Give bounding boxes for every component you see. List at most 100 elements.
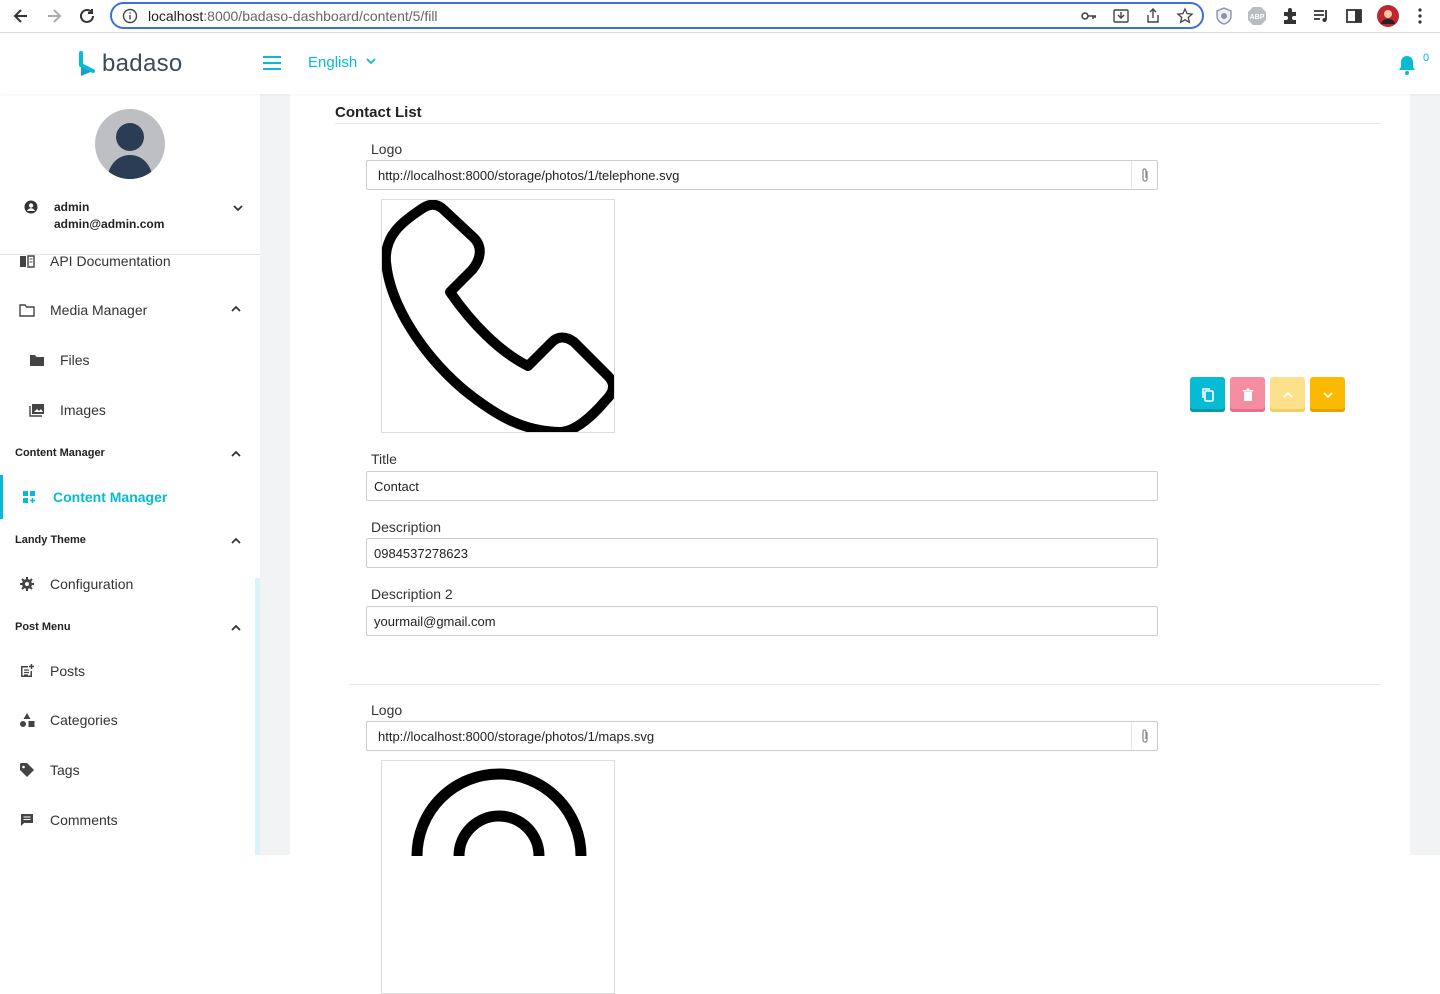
sidebar-item-tags[interactable]: Tags — [0, 750, 260, 790]
sidebar-item-configuration[interactable]: Configuration — [0, 564, 260, 604]
logo-url-field[interactable]: http://localhost:8000/storage/photos/1/m… — [366, 721, 1158, 751]
sidebar-item-label: Posts — [50, 663, 86, 679]
images-icon — [28, 401, 46, 419]
browser-toolbar: localhost:8000/badaso-dashboard/content/… — [0, 0, 1440, 33]
description2-value: yourmail@gmail.com — [374, 613, 496, 629]
shield-extension-icon[interactable] — [1214, 6, 1234, 31]
chevron-up-icon[interactable] — [230, 534, 242, 552]
sidebar-item-label: Content Manager — [53, 489, 168, 505]
media-control-icon[interactable] — [1312, 6, 1332, 31]
chevron-down-icon — [365, 54, 377, 71]
logo-text: badaso — [102, 50, 183, 77]
chevron-up-icon — [230, 302, 242, 318]
user-email: admin@admin.com — [54, 217, 165, 231]
sidebar-item-images[interactable]: Images — [0, 390, 260, 430]
sidebar-item-label: Categories — [50, 712, 118, 728]
paperclip-icon[interactable] — [1131, 161, 1157, 189]
sidebar-item-media-manager[interactable]: Media Manager — [0, 290, 260, 330]
back-icon[interactable] — [10, 5, 32, 27]
paperclip-icon[interactable] — [1131, 722, 1157, 750]
sidebar-item-files[interactable]: Files — [0, 340, 260, 380]
section-title: Contact List — [335, 104, 422, 121]
sidebar-item-posts[interactable]: Posts — [0, 651, 260, 691]
badaso-logo[interactable]: badaso — [78, 50, 183, 78]
address-bar[interactable]: localhost:8000/badaso-dashboard/content/… — [110, 2, 1204, 29]
logo-url-value: http://localhost:8000/storage/photos/1/m… — [378, 728, 655, 744]
notification-bell-icon[interactable] — [1397, 54, 1417, 81]
user-dropdown[interactable]: admin admin@admin.com — [22, 199, 244, 235]
trash-icon — [1242, 388, 1253, 401]
language-selector[interactable]: English — [308, 54, 377, 71]
user-circle-icon — [24, 200, 38, 219]
sidebar-item-label: Images — [60, 402, 106, 418]
comment-icon — [18, 811, 36, 829]
row-actions — [1190, 377, 1345, 412]
section-divider — [335, 123, 1380, 124]
profile-avatar-icon[interactable] — [1376, 4, 1400, 33]
description-value: 0984537278623 — [374, 545, 468, 561]
url-path: :8000/badaso-dashboard/content/5/fill — [203, 7, 438, 24]
sidebar-item-label: Configuration — [50, 576, 134, 592]
logo-preview-image — [381, 199, 615, 433]
forward-icon[interactable] — [43, 5, 65, 27]
download-icon[interactable] — [1112, 7, 1130, 28]
group-header-landy-theme[interactable]: Landy Theme — [15, 534, 86, 546]
move-down-button[interactable] — [1310, 377, 1345, 412]
gear-icon — [18, 575, 36, 593]
chevron-up-icon[interactable] — [230, 447, 242, 465]
info-icon — [122, 8, 138, 24]
description2-label: Description 2 — [371, 586, 453, 602]
share-icon[interactable] — [1144, 7, 1162, 28]
chevron-down-icon — [232, 201, 244, 219]
duplicate-button[interactable] — [1190, 377, 1225, 412]
chevron-up-icon — [1282, 391, 1293, 398]
reload-icon[interactable] — [76, 5, 98, 27]
sidebar-item-label: Files — [60, 352, 90, 368]
logo-url-field[interactable]: http://localhost:8000/storage/photos/1/t… — [366, 160, 1158, 190]
chevron-down-icon — [1322, 391, 1333, 398]
sidebar-item-label: API Documentation — [50, 253, 171, 269]
folder-icon — [28, 351, 46, 369]
telephone-icon — [382, 200, 614, 432]
post-add-icon — [18, 662, 36, 680]
group-header-post-menu[interactable]: Post Menu — [15, 621, 71, 633]
copy-icon — [1201, 387, 1214, 402]
sidebar-item-categories[interactable]: Categories — [0, 700, 260, 740]
group-header-content-manager[interactable]: Content Manager — [15, 447, 105, 459]
logo-label: Logo — [371, 702, 403, 718]
notification-count: 0 — [1423, 52, 1430, 64]
title-label: Title — [371, 451, 397, 467]
menu-dots-icon[interactable] — [1412, 6, 1428, 31]
title-input[interactable]: Contact — [366, 471, 1158, 501]
move-up-button[interactable] — [1270, 377, 1305, 412]
logo-url-value: http://localhost:8000/storage/photos/1/t… — [378, 167, 680, 183]
description-label: Description — [371, 519, 442, 535]
book-icon — [18, 252, 36, 270]
tag-icon — [18, 761, 36, 779]
key-icon[interactable] — [1080, 7, 1098, 28]
badaso-logo-icon — [79, 51, 95, 76]
sidebar-item-label: Tags — [50, 762, 80, 778]
hamburger-menu-icon[interactable] — [262, 54, 282, 77]
star-icon[interactable] — [1176, 7, 1194, 28]
title-value: Contact — [374, 478, 419, 494]
dashboard-add-icon — [20, 488, 38, 506]
adblock-icon[interactable]: ABP — [1246, 5, 1268, 32]
sidepanel-icon[interactable] — [1344, 6, 1364, 31]
delete-button[interactable] — [1230, 377, 1265, 412]
sidebar-item-comments[interactable]: Comments — [0, 800, 260, 840]
user-avatar — [95, 109, 165, 179]
item-divider — [349, 684, 1380, 685]
description-input[interactable]: 0984537278623 — [366, 538, 1158, 568]
description2-input[interactable]: yourmail@gmail.com — [366, 606, 1158, 636]
sidebar-item-label: Comments — [50, 812, 118, 828]
user-name: admin — [54, 200, 90, 214]
svg-text:ABP: ABP — [1250, 14, 1265, 21]
sidebar-item-api-documentation[interactable]: API Documentation — [0, 241, 260, 281]
chevron-up-icon[interactable] — [230, 621, 242, 639]
language-label: English — [308, 54, 358, 71]
folder-outline-icon — [18, 301, 36, 319]
category-icon — [18, 711, 36, 729]
puzzle-icon[interactable] — [1280, 6, 1300, 31]
sidebar-item-content-manager[interactable]: Content Manager — [0, 477, 260, 517]
